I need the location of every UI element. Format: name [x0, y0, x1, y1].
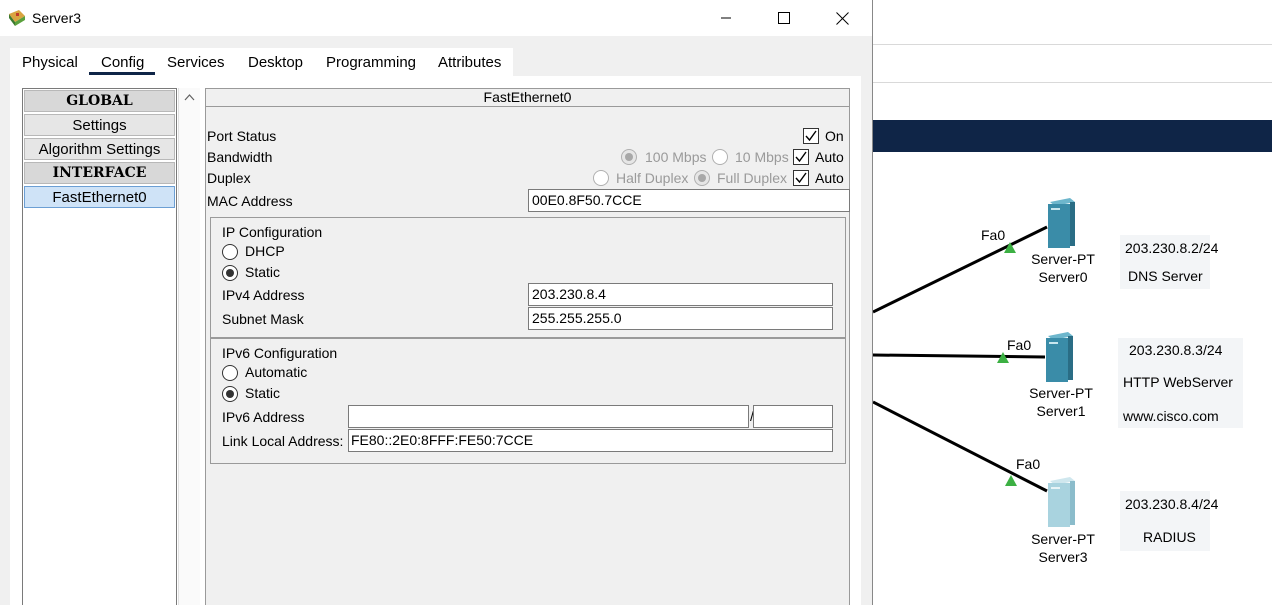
server-icon-selected[interactable]	[1045, 477, 1079, 529]
ipv6-prefix-field[interactable]	[753, 405, 833, 428]
dhcp-label: DHCP	[245, 243, 285, 259]
ipv6-automatic-label: Automatic	[245, 364, 308, 380]
server-model: Server-PT	[1029, 385, 1093, 401]
server-ip-note: 203.230.8.4/24	[1125, 496, 1219, 512]
server-note: www.cisco.com	[1123, 408, 1219, 424]
bandwidth-auto-label: Auto	[815, 149, 844, 165]
sidebar-item-algorithm-settings[interactable]: Algorithm Settings	[24, 138, 175, 160]
server-config-window: Server3 Physical Config Services Desktop…	[0, 0, 873, 605]
ipv6-address-label: IPv6 Address	[222, 409, 305, 425]
server-note: HTTP WebServer	[1123, 374, 1233, 390]
tab-physical[interactable]: Physical	[22, 54, 78, 71]
port-label: Fa0	[1007, 337, 1032, 353]
server-note: DNS Server	[1128, 268, 1203, 284]
dhcp-radio[interactable]	[222, 244, 238, 260]
scroll-up-icon[interactable]	[184, 94, 195, 101]
tab-services[interactable]: Services	[167, 54, 225, 71]
full-duplex-label: Full Duplex	[717, 170, 788, 186]
ipv4-static-label: Static	[245, 264, 281, 280]
tab-programming[interactable]: Programming	[326, 54, 416, 71]
ipv6-address-field[interactable]	[348, 405, 749, 428]
half-duplex-radio[interactable]	[593, 170, 609, 186]
ipv4-config-group: IP Configuration DHCP Static IPv4 Addres…	[210, 217, 846, 338]
bandwidth-100-label: 100 Mbps	[645, 149, 707, 165]
half-duplex-label: Half Duplex	[616, 170, 689, 186]
maximize-icon	[778, 12, 790, 24]
duplex-auto-label: Auto	[815, 170, 844, 186]
ipv6-heading: IPv6 Configuration	[222, 345, 338, 361]
ipv4-heading: IP Configuration	[222, 224, 323, 240]
tab-config[interactable]: Config	[101, 54, 144, 71]
duplex-auto-checkbox[interactable]	[793, 170, 809, 186]
ipv6-static-label: Static	[245, 385, 281, 401]
sidebar-item-settings[interactable]: Settings	[24, 114, 175, 136]
sidebar-scrollbar[interactable]	[178, 88, 200, 605]
ipv4-address-field[interactable]: 203.230.8.4	[528, 283, 833, 306]
subnet-mask-field[interactable]: 255.255.255.0	[528, 307, 833, 330]
sidebar-item-fastethernet0[interactable]: FastEthernet0	[24, 186, 175, 208]
bandwidth-100-radio[interactable]	[621, 149, 637, 165]
link-local-label: Link Local Address:	[222, 433, 344, 449]
checkmark-icon	[805, 130, 817, 142]
full-duplex-radio[interactable]	[694, 170, 710, 186]
server-ip-note: 203.230.8.3/24	[1129, 342, 1223, 358]
title-bar[interactable]: Server3	[0, 0, 872, 36]
window-title: Server3	[32, 10, 82, 26]
ipv6-config-group: IPv6 Configuration Automatic Static IPv6…	[210, 338, 846, 464]
minimize-button[interactable]	[697, 0, 755, 36]
subnet-mask-label: Subnet Mask	[222, 311, 304, 327]
interface-panel: FastEthernet0 Port Status On Bandwidth 1…	[205, 88, 850, 605]
bandwidth-10-radio[interactable]	[712, 149, 728, 165]
port-label: Fa0	[1016, 456, 1041, 472]
server-name: Server0	[1038, 269, 1088, 285]
server-ip-note: 203.230.8.2/24	[1125, 240, 1219, 256]
server-name: Server3	[1038, 549, 1088, 565]
duplex-label: Duplex	[207, 170, 251, 186]
link-up-indicator	[1005, 475, 1017, 486]
link-local-field[interactable]: FE80::2E0:8FFF:FE50:7CCE	[348, 429, 833, 452]
server-model: Server-PT	[1031, 251, 1095, 267]
topology-workspace[interactable]: Fa0 Server-PT Server0 203.230.8.2/24 DNS…	[873, 0, 1272, 605]
close-icon	[835, 11, 849, 25]
server-icon[interactable]	[1045, 198, 1079, 250]
panel-title: FastEthernet0	[206, 89, 849, 107]
bandwidth-auto-checkbox[interactable]	[793, 149, 809, 165]
checkmark-icon	[795, 151, 807, 163]
server-icon[interactable]	[1043, 332, 1077, 384]
close-button[interactable]	[813, 0, 871, 36]
mac-address-field[interactable]: 00E0.8F50.7CCE	[528, 189, 850, 212]
server-note: RADIUS	[1143, 529, 1196, 545]
port-label: Fa0	[981, 227, 1006, 243]
tab-desktop[interactable]: Desktop	[248, 54, 303, 71]
sidebar-header-global: GLOBAL	[24, 90, 175, 112]
tab-attributes[interactable]: Attributes	[438, 54, 501, 71]
ipv6-automatic-radio[interactable]	[222, 365, 238, 381]
tab-bar: Physical Config Services Desktop Program…	[10, 48, 513, 76]
packet-tracer-icon	[9, 10, 25, 26]
port-on-checkbox[interactable]	[803, 128, 819, 144]
config-sidebar: GLOBAL Settings Algorithm Settings INTER…	[22, 88, 177, 605]
server-model: Server-PT	[1031, 531, 1095, 547]
sidebar-header-interface: INTERFACE	[24, 162, 175, 184]
bandwidth-10-label: 10 Mbps	[735, 149, 789, 165]
ipv6-static-radio[interactable]	[222, 386, 238, 402]
maximize-button[interactable]	[755, 0, 813, 36]
port-status-label: Port Status	[207, 128, 277, 144]
ipv4-static-radio[interactable]	[222, 265, 238, 281]
minimize-icon	[721, 17, 731, 19]
bandwidth-label: Bandwidth	[207, 149, 273, 165]
mac-address-label: MAC Address	[207, 193, 293, 209]
server-name: Server1	[1036, 403, 1086, 419]
ipv4-address-label: IPv4 Address	[222, 287, 305, 303]
active-tab-indicator	[89, 72, 155, 75]
port-on-label: On	[825, 128, 844, 144]
checkmark-icon	[795, 172, 807, 184]
